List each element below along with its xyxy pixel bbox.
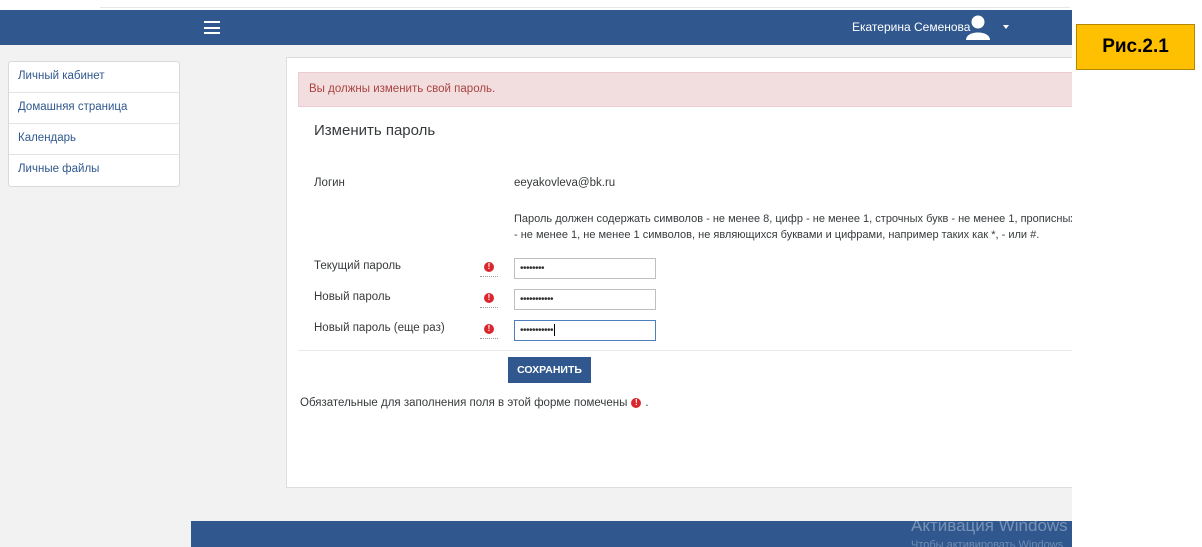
user-avatar-icon[interactable] — [963, 14, 993, 40]
user-menu-caret-icon[interactable] — [1003, 25, 1009, 29]
form-divider — [298, 350, 1072, 351]
sidebar-item-private-files[interactable]: Личные файлы — [9, 155, 179, 186]
sidebar-nav: Личный кабинет Домашняя страница Календа… — [8, 61, 180, 187]
required-note-text: Обязательные для заполнения поля в этой … — [300, 397, 628, 409]
new-password-again-label: Новый пароль (еще раз) — [314, 322, 445, 334]
save-button[interactable]: СОХРАНИТЬ — [508, 357, 591, 383]
menu-toggle-icon[interactable] — [204, 21, 220, 34]
text-cursor — [554, 324, 556, 337]
sidebar-item-dashboard[interactable]: Личный кабинет — [9, 62, 179, 93]
current-password-input[interactable]: •••••••• — [514, 258, 656, 279]
new-password-input[interactable]: ••••••••••• — [514, 289, 656, 310]
login-label: Логин — [314, 177, 345, 189]
user-name[interactable]: Екатерина Семенова — [852, 20, 970, 34]
password-policy-hint: Пароль должен содержать символов - не ме… — [514, 211, 1072, 243]
required-icon: ! — [480, 324, 498, 339]
top-divider — [100, 7, 1070, 8]
required-icon: ! — [631, 397, 642, 408]
new-password-again-dots: ••••••••••• — [520, 325, 554, 336]
current-password-label: Текущий пароль — [314, 260, 402, 272]
browser-viewport: Екатерина Семенова Личный кабинет Домашн… — [0, 0, 1072, 547]
figure-label: Рис.2.1 — [1076, 24, 1195, 70]
sidebar-item-calendar[interactable]: Календарь — [9, 124, 179, 155]
required-note-end: . — [645, 397, 649, 409]
change-password-alert: Вы должны изменить свой пароль. — [298, 72, 1072, 107]
sidebar-item-home[interactable]: Домашняя страница — [9, 93, 179, 124]
password-policy-line1: Пароль должен содержать символов - не ме… — [514, 213, 1072, 225]
page-title: Изменить пароль — [314, 122, 436, 139]
required-icon: ! — [480, 262, 498, 277]
new-password-again-input[interactable]: ••••••••••• — [514, 320, 656, 341]
new-password-label: Новый пароль — [314, 291, 391, 303]
top-navbar: Екатерина Семенова — [0, 10, 1072, 45]
password-policy-line2: - не менее 1, не менее 1 символов, не яв… — [514, 229, 1040, 241]
windows-activation-watermark: Активация Windows — [911, 516, 1068, 535]
login-value: eeyakovleva@bk.ru — [514, 177, 616, 189]
windows-activation-subtext: Чтобы активировать Windows — [911, 539, 1064, 547]
required-icon: ! — [480, 293, 498, 308]
required-fields-note: Обязательные для заполнения поля в этой … — [300, 397, 649, 409]
